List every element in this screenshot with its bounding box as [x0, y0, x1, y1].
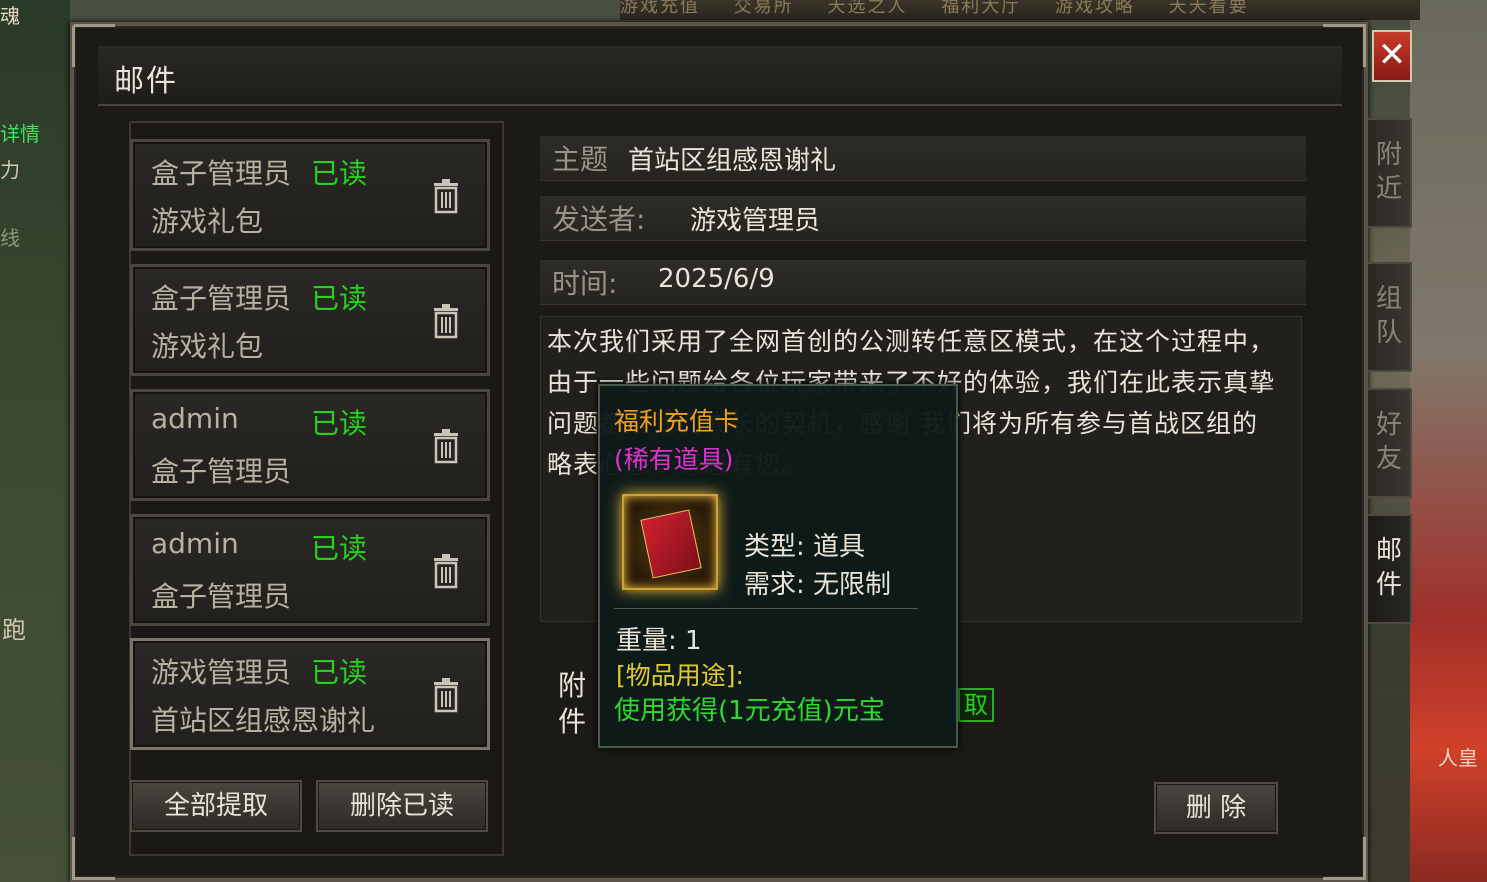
item-use: 使用获得(1元充值)元宝	[614, 696, 885, 726]
item-name: 福利充值卡	[614, 407, 740, 436]
item-use-heading: [物品用途]:	[616, 661, 744, 690]
mail-subject: 首站区组感恩谢礼	[151, 704, 376, 737]
frame-corner	[1323, 837, 1366, 880]
mail-subject: 游戏礼包	[151, 330, 264, 363]
mail-list-item[interactable]: admin 已读 盒子管理员	[130, 514, 490, 626]
left-hud-line[interactable]: 线	[0, 222, 20, 251]
mail-subject: 盒子管理员	[151, 455, 292, 488]
window-title: 邮件	[114, 64, 178, 99]
trash-icon[interactable]	[431, 677, 461, 713]
item-type: 类型: 道具	[744, 532, 866, 562]
frame-corner	[72, 837, 115, 880]
left-hud-detail[interactable]: 详情	[0, 118, 40, 147]
subject-field: 主题 首站区组感恩谢礼	[540, 136, 1306, 181]
mail-sender: 游戏管理员	[151, 656, 292, 689]
item-requirement: 需求: 无限制	[744, 570, 892, 600]
topbar-exchange[interactable]: 交易所	[734, 0, 794, 17]
mail-sender: 盒子管理员	[151, 282, 292, 315]
delete-read-button[interactable]: 删除已读	[316, 780, 488, 832]
topbar-recharge[interactable]: 游戏充值	[620, 0, 700, 17]
time-label: 时间:	[552, 267, 618, 300]
trash-icon[interactable]	[431, 428, 461, 464]
mail-read-status: 已读	[311, 656, 368, 689]
run-button[interactable]: 跑	[2, 610, 26, 645]
subject-label: 主题	[552, 143, 609, 176]
topbar-guide[interactable]: 游戏攻略	[1055, 0, 1135, 17]
tab-mail[interactable]: 邮件	[1368, 514, 1412, 624]
mail-list-item[interactable]: 盒子管理员 已读 游戏礼包	[130, 139, 490, 251]
item-rarity: (稀有道具)	[614, 445, 734, 474]
tooltip-divider	[614, 608, 918, 609]
mail-list-item[interactable]: admin 已读 盒子管理员	[130, 389, 490, 501]
delete-button[interactable]: 删 除	[1154, 782, 1278, 834]
tab-friends[interactable]: 好友	[1368, 388, 1412, 498]
item-weight: 重量: 1	[616, 626, 702, 656]
mail-subject: 盒子管理员	[151, 580, 292, 613]
left-hud-power: 力	[0, 158, 20, 182]
mail-sender: 盒子管理员	[151, 157, 292, 190]
mail-read-status: 已读	[311, 532, 368, 565]
topbar-daily[interactable]: 天天看要	[1169, 0, 1249, 17]
sender-value: 游戏管理员	[690, 206, 821, 236]
sender-field: 发送者: 游戏管理员	[540, 196, 1306, 241]
subject-value: 首站区组感恩谢礼	[628, 146, 837, 176]
item-tooltip: 福利充值卡 (稀有道具) 类型: 道具 需求: 无限制 重量: 1 [物品用途]…	[598, 384, 958, 748]
attachment-label: 附件	[558, 669, 587, 738]
topbar-chosen[interactable]: 天选之人	[827, 0, 907, 17]
mail-read-status: 已读	[311, 157, 368, 190]
tab-nearby[interactable]: 附近	[1368, 118, 1412, 228]
mail-subject: 游戏礼包	[151, 205, 264, 238]
mail-list-item[interactable]: 盒子管理员 已读 游戏礼包	[130, 264, 490, 376]
window-titlebar: 邮件	[98, 46, 1342, 106]
mail-sender: admin	[151, 402, 239, 435]
trash-icon[interactable]	[431, 178, 461, 214]
tab-team[interactable]: 组队	[1368, 262, 1412, 372]
mail-read-status: 已读	[311, 282, 368, 315]
mail-read-status: 已读	[311, 407, 368, 440]
red-card-book-icon	[622, 494, 718, 590]
time-field: 时间: 2025/6/9	[540, 260, 1306, 305]
mail-list-item-selected[interactable]: 游戏管理员 已读 首站区组感恩谢礼	[130, 638, 490, 750]
left-hud-text: 魂	[0, 4, 20, 28]
claim-button[interactable]: 取	[958, 688, 994, 722]
mail-sender: admin	[151, 527, 239, 560]
topbar-welfare[interactable]: 福利大厅	[941, 0, 1021, 17]
trash-icon[interactable]	[431, 303, 461, 339]
sender-label: 发送者:	[552, 203, 646, 236]
time-value: 2025/6/9	[658, 264, 775, 294]
take-all-button[interactable]: 全部提取	[130, 780, 302, 832]
trash-icon[interactable]	[431, 553, 461, 589]
top-menu-bar: 游戏充值 交易所 天选之人 福利大厅 游戏攻略 天天看要	[620, 0, 1420, 20]
right-hud-label: 人皇	[1438, 746, 1478, 770]
close-icon[interactable]: ✕	[1372, 30, 1412, 82]
